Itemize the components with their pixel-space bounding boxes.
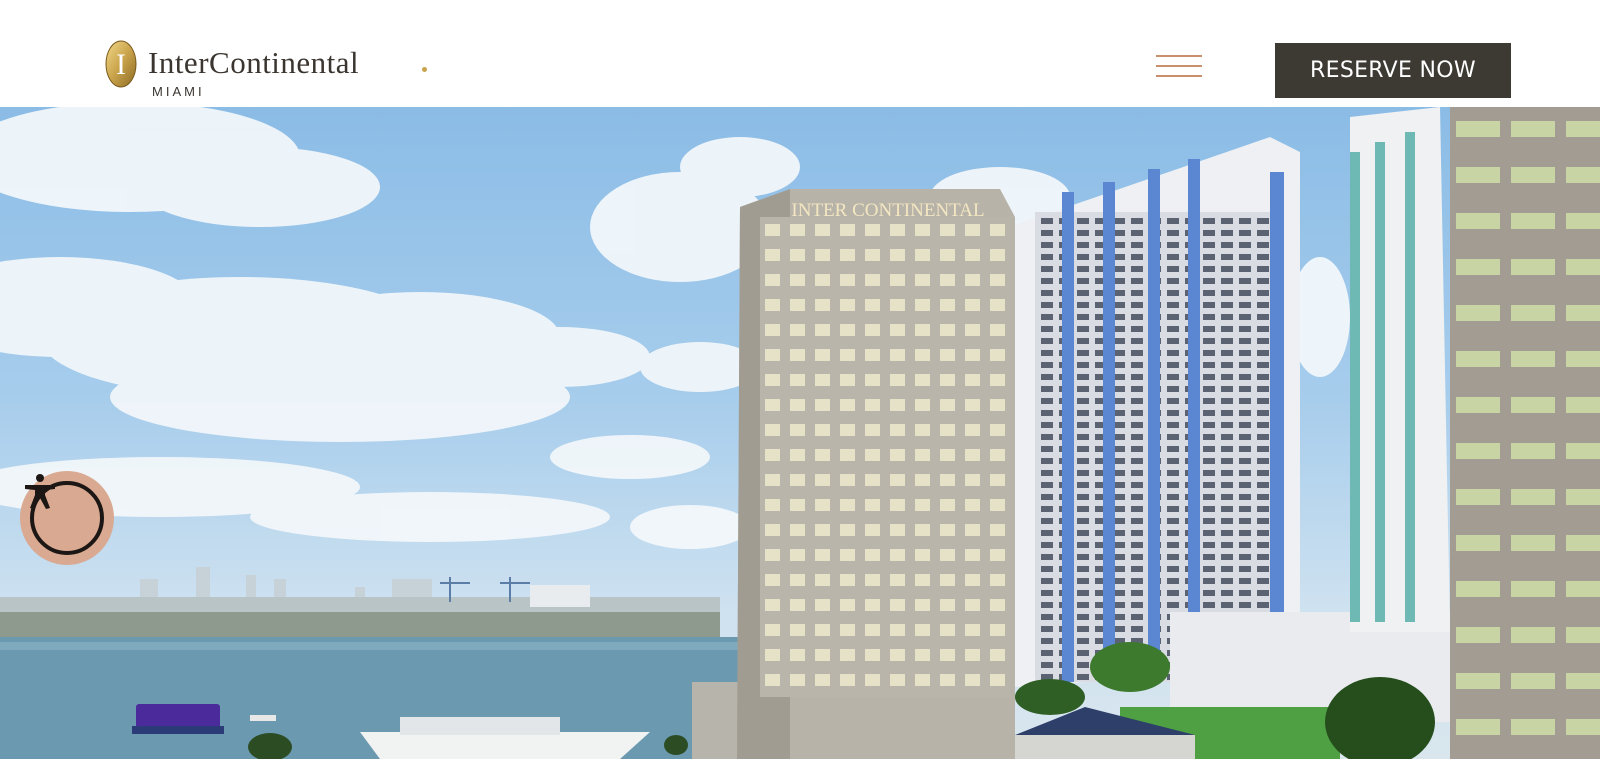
water-highlight: [0, 642, 760, 650]
brand-logo[interactable]: I InterContinental MIAMI: [104, 37, 434, 101]
intercontinental-tower: INTER CONTINENTAL: [737, 189, 1015, 759]
residential-tower-blue: [1015, 137, 1300, 687]
tower-sign: INTER CONTINENTAL: [791, 200, 984, 221]
accessibility-person-icon: [25, 474, 55, 509]
hero-image: INTER CONTINENTAL: [0, 107, 1600, 759]
emblem-letter: I: [116, 48, 126, 81]
pavilion-base: [1015, 735, 1195, 759]
site-header: I InterContinental MIAMI RESERVE NOW: [0, 0, 1600, 107]
hamburger-menu-icon[interactable]: [1156, 52, 1202, 80]
accessibility-button[interactable]: [20, 471, 114, 565]
menu-line: [1156, 75, 1202, 77]
logo-location: MIAMI: [152, 84, 205, 99]
registered-mark: [422, 67, 427, 72]
logo-wordmark: InterContinental: [148, 45, 360, 80]
accessibility-ring: [25, 474, 104, 555]
reserve-now-button[interactable]: RESERVE NOW: [1275, 43, 1511, 98]
menu-line: [1156, 55, 1202, 57]
intercontinental-emblem-icon: I: [105, 40, 137, 88]
lobby-building: [692, 682, 742, 759]
office-building: [1450, 107, 1600, 759]
hero-scene: INTER CONTINENTAL: [0, 107, 1600, 759]
residential-tower-teal: [1350, 107, 1450, 632]
menu-line: [1156, 65, 1202, 67]
distant-skyline: [0, 567, 720, 617]
